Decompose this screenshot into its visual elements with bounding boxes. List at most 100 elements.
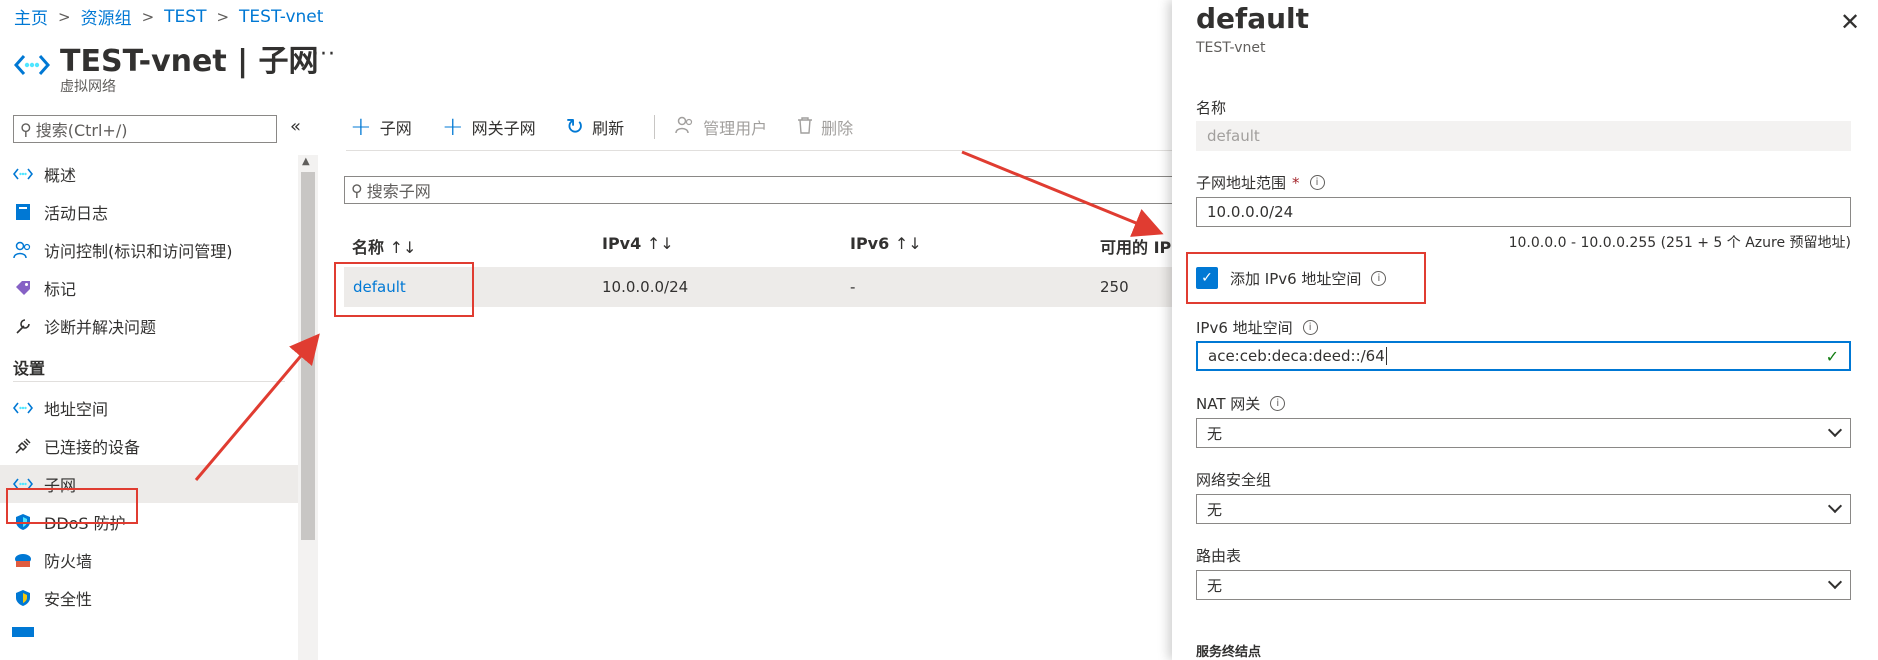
column-header-label: IPv4: [602, 234, 642, 253]
more-icon[interactable]: ···: [312, 42, 336, 67]
subnet-search-input[interactable]: ⚲ 搜索子网: [344, 176, 1184, 204]
annotation-box-default: [334, 262, 474, 317]
column-header-label: 名称: [352, 238, 385, 257]
annotation-box-ipv6: [1186, 252, 1426, 304]
breadcrumb-test-vnet[interactable]: TEST-vnet: [239, 7, 323, 27]
ipv6-address-field[interactable]: ace:ceb:deca:deed::/64 ✓: [1196, 341, 1851, 371]
breadcrumb-home[interactable]: 主页: [14, 4, 48, 29]
tag-icon: [12, 277, 34, 299]
trash-icon: [797, 116, 813, 138]
manage-users-button[interactable]: 管理用户: [675, 115, 767, 139]
add-subnet-button[interactable]: + 子网: [350, 114, 412, 140]
panel-title: default: [1196, 2, 1310, 35]
delete-button[interactable]: 删除: [797, 115, 853, 139]
sidebar-item-label: 诊断并解决问题: [44, 318, 157, 337]
name-field-value: default: [1207, 127, 1260, 145]
column-header-available-ip[interactable]: 可用的 IP: [1100, 234, 1171, 258]
valid-check-icon: ✓: [1825, 347, 1839, 366]
sidebar-scroll-thumb[interactable]: [301, 172, 315, 540]
subnet-search-placeholder: 搜索子网: [366, 182, 431, 201]
address-range-label: 子网地址范围 * i: [1196, 172, 1325, 193]
nsg-select[interactable]: 无: [1196, 494, 1851, 524]
refresh-button[interactable]: ↻ 刷新: [566, 115, 624, 140]
subnet-available-ip: 250: [1100, 278, 1129, 296]
sidebar-item-diagnose[interactable]: 诊断并解决问题: [0, 307, 298, 345]
sidebar-item-cutoff: [12, 627, 34, 637]
info-icon[interactable]: i: [1302, 320, 1318, 335]
sidebar-item-security[interactable]: 安全性: [0, 579, 298, 617]
sidebar-item-tags[interactable]: 标记: [0, 269, 298, 307]
sidebar-item-label: 防火墙: [44, 552, 93, 571]
address-range-field[interactable]: 10.0.0.0/24: [1196, 197, 1851, 227]
vnet-icon: [12, 163, 34, 185]
breadcrumb: 主页 > 资源组 > TEST > TEST-vnet: [14, 4, 323, 30]
sidebar-item-label: 概述: [44, 166, 77, 185]
sidebar-item-label: 已连接的设备: [44, 438, 141, 457]
nat-gateway-select[interactable]: 无: [1196, 418, 1851, 448]
vnet-icon: [12, 397, 34, 419]
manage-users-label: 管理用户: [703, 119, 768, 138]
sidebar-item-label: 地址空间: [44, 400, 109, 419]
route-table-value: 无: [1207, 576, 1223, 595]
sidebar-item-label: 安全性: [44, 590, 93, 609]
route-table-label-text: 路由表: [1196, 547, 1242, 565]
plus-icon: +: [350, 112, 372, 142]
people-icon: [675, 116, 695, 138]
sidebar-item-access-control[interactable]: 访问控制(标识和访问管理): [0, 231, 298, 269]
sidebar-item-firewall[interactable]: 防火墙: [0, 541, 298, 579]
collapse-icon[interactable]: «: [290, 116, 301, 137]
chevron-right-icon: >: [141, 7, 155, 26]
breadcrumb-test[interactable]: TEST: [164, 7, 206, 27]
log-icon: [12, 201, 34, 223]
subnet-ipv6: -: [850, 278, 856, 296]
left-search-input[interactable]: ⚲ 搜索(Ctrl+/): [13, 115, 277, 143]
toolbar-divider: [654, 115, 656, 139]
nav-divider: [13, 381, 285, 382]
chevron-down-icon: [1827, 422, 1843, 438]
sidebar-item-label: 标记: [44, 280, 77, 299]
sidebar-item-activity-log[interactable]: 活动日志: [0, 193, 298, 231]
search-icon: ⚲: [20, 119, 32, 139]
nav-section-settings: 设置: [13, 359, 46, 378]
sidebar-item-overview[interactable]: 概述: [0, 155, 298, 193]
route-table-label: 路由表: [1196, 545, 1241, 566]
column-header-ipv4[interactable]: IPv4 ↑↓: [602, 234, 674, 253]
nsg-label-text: 网络安全组: [1196, 471, 1272, 489]
info-icon[interactable]: i: [1270, 396, 1286, 411]
refresh-icon: ↻: [565, 114, 585, 140]
firewall-icon: [12, 549, 34, 571]
required-asterisk: *: [1292, 173, 1300, 192]
ipv6-address-value: ace:ceb:deca:deed::/64: [1208, 347, 1385, 365]
breadcrumb-resource-groups[interactable]: 资源组: [81, 4, 132, 29]
address-range-label-text: 子网地址范围: [1196, 174, 1287, 192]
text-cursor: [1385, 347, 1387, 365]
annotation-box-subnets: [6, 488, 138, 524]
panel-subtitle: TEST-vnet: [1196, 40, 1266, 56]
people-icon: [12, 239, 34, 261]
name-field: default: [1196, 121, 1851, 151]
address-range-value: 10.0.0.0/24: [1207, 203, 1294, 221]
add-gateway-subnet-button[interactable]: + 网关子网: [442, 114, 536, 140]
wrench-icon: [12, 315, 34, 337]
name-label: 名称: [1196, 97, 1226, 118]
delete-label: 删除: [821, 119, 854, 138]
nat-gateway-value: 无: [1207, 424, 1223, 443]
sidebar-item-label: 活动日志: [44, 204, 109, 223]
toolbar-divider-line: [346, 150, 1180, 151]
add-subnet-label: 子网: [379, 119, 412, 138]
sidebar-item-address-space[interactable]: 地址空间: [0, 389, 298, 427]
column-header-label: 可用的 IP: [1100, 238, 1172, 257]
info-icon[interactable]: i: [1309, 175, 1325, 190]
plus-icon: +: [441, 112, 464, 142]
sidebar-item-label: 访问控制(标识和访问管理): [44, 242, 233, 261]
nsg-value: 无: [1207, 500, 1223, 519]
close-icon[interactable]: ✕: [1840, 8, 1860, 36]
sidebar-item-connected-devices[interactable]: 已连接的设备: [0, 427, 298, 465]
page-title: TEST-vnet | 子网: [60, 44, 319, 79]
column-header-ipv6[interactable]: IPv6 ↑↓: [850, 234, 922, 253]
column-header-name[interactable]: 名称 ↑↓: [352, 234, 416, 258]
route-table-select[interactable]: 无: [1196, 570, 1851, 600]
scroll-up-icon[interactable]: ▲: [302, 156, 310, 167]
chevron-down-icon: [1827, 498, 1843, 514]
vnet-icon: [14, 55, 50, 75]
